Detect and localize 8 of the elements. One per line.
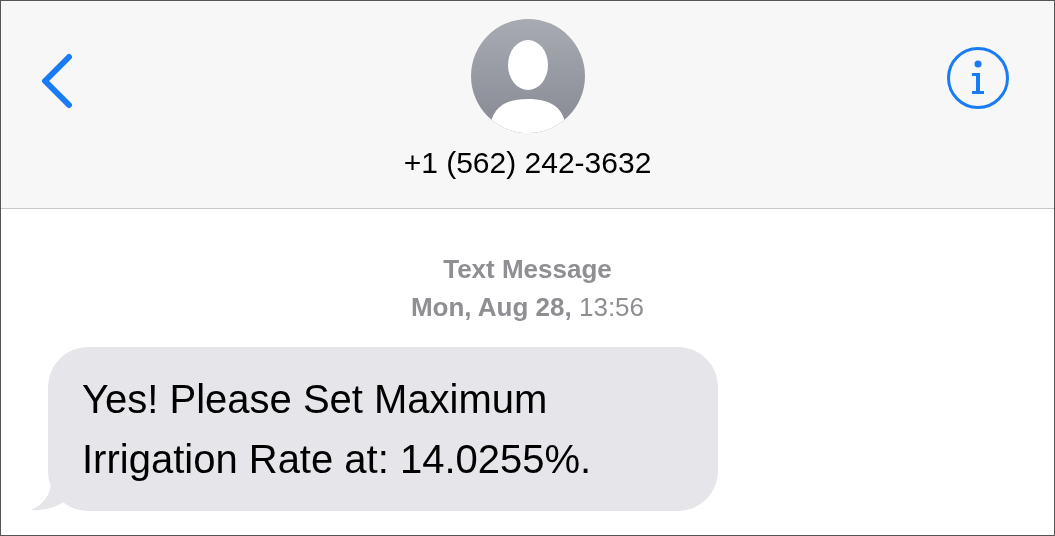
message-text: Yes! Please Set Maximum Irrigation Rate at: 14.0255%. [82,377,592,481]
service-label: Text Message [443,253,612,286]
info-button[interactable] [947,47,1009,109]
avatar-icon [470,19,585,133]
info-icon [969,60,987,96]
contact-name: +1 (562) 242-3632 [403,145,652,181]
back-chevron-icon [39,53,75,109]
timestamp: Mon, Aug 28, 13:56 [410,291,645,324]
